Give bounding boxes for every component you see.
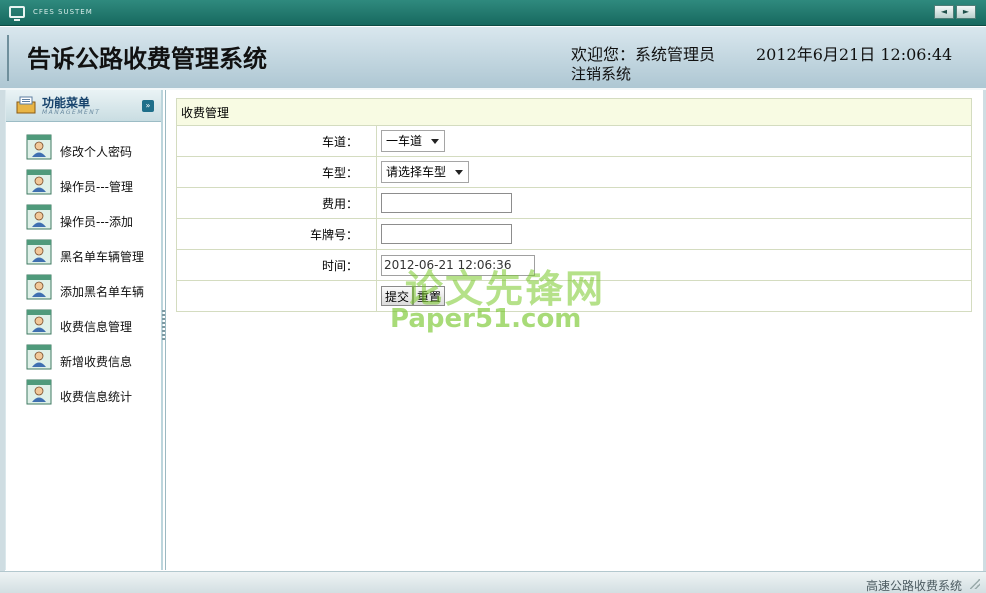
user-card-icon (26, 379, 52, 405)
sidebar-item-operator-add[interactable]: 操作员---添加 (6, 202, 161, 237)
form-row-plate: 车牌号： (176, 218, 972, 250)
sidebar-item-label: 添加黑名单车辆 (60, 285, 145, 299)
sidebar-item-blacklist-add[interactable]: 添加黑名单车辆 (6, 272, 161, 307)
user-card-icon (26, 274, 52, 300)
sidebar-item-label: 操作员---添加 (60, 215, 133, 229)
user-card-icon (26, 239, 52, 265)
welcome-text: 欢迎您：系统管理员 (571, 45, 716, 64)
plate-input[interactable] (381, 224, 512, 244)
dropdown-arrow-icon (455, 170, 464, 175)
user-card-icon (26, 344, 52, 370)
sidebar-menu: 修改个人密码 操作员---管理 操作员---添加 黑名单车辆管理 添加黑名单车辆… (6, 122, 161, 412)
user-card-icon (26, 309, 52, 335)
app-header: 告诉公路收费管理系统 欢迎您：系统管理员 2012年6月21日 12:06:44… (0, 27, 986, 90)
sidebar-item-fee-stats[interactable]: 收费信息统计 (6, 377, 161, 412)
prev-arrow-button[interactable]: ◄ (934, 5, 954, 19)
fee-input[interactable] (381, 193, 512, 213)
sidebar-item-fee-manage[interactable]: 收费信息管理 (6, 307, 161, 342)
resize-grip-icon[interactable] (970, 579, 980, 589)
form-row-lane: 车道： 一车道 (176, 125, 972, 157)
header-accent-bar (7, 35, 9, 81)
lane-label: 车道： (176, 125, 377, 157)
form-row-vehicle-type: 车型： 请选择车型 (176, 156, 972, 188)
current-datetime: 2012年6月21日 12:06:44 (756, 45, 953, 64)
sidebar: 功能菜单 MANAGEMENT » 修改个人密码 操作员---管理 操作员---… (5, 90, 163, 570)
plate-label: 车牌号： (176, 218, 377, 250)
user-card-icon (26, 134, 52, 160)
logout-link[interactable]: 注销系统 (571, 63, 631, 84)
user-card-icon (26, 169, 52, 195)
status-text: 高速公路收费系统 (865, 579, 962, 593)
main-divider (165, 90, 166, 570)
watermark-url: Paper51.com (390, 304, 582, 334)
chevron-double-down-icon[interactable]: » (142, 100, 154, 112)
form-caption: 收费管理 (176, 98, 972, 126)
sidebar-item-label: 操作员---管理 (60, 180, 133, 194)
vehicle-type-select[interactable]: 请选择车型 (381, 161, 470, 183)
system-label: CFES SUSTEM (33, 8, 93, 16)
fee-label: 费用： (176, 187, 377, 219)
sidebar-item-fee-add[interactable]: 新增收费信息 (6, 342, 161, 377)
sidebar-item-label: 收费信息统计 (60, 390, 133, 404)
menu-box-icon (16, 96, 36, 114)
monitor-icon (9, 6, 25, 21)
sidebar-item-label: 新增收费信息 (60, 355, 133, 369)
sidebar-item-change-password[interactable]: 修改个人密码 (6, 132, 161, 167)
vehicle-type-label: 车型： (176, 156, 377, 188)
sidebar-item-operator-manage[interactable]: 操作员---管理 (6, 167, 161, 202)
lane-select[interactable]: 一车道 (381, 130, 446, 152)
sidebar-header: 功能菜单 MANAGEMENT » (6, 90, 161, 122)
dropdown-arrow-icon (431, 139, 440, 144)
status-bar: 高速公路收费系统 (0, 571, 986, 593)
lane-select-value: 一车道 (386, 134, 423, 148)
form-row-fee: 费用： (176, 187, 972, 219)
page-title: 告诉公路收费管理系统 (27, 44, 267, 73)
next-arrow-button[interactable]: ► (956, 5, 976, 19)
vehicle-type-select-value: 请选择车型 (386, 165, 447, 179)
sidebar-subtitle: MANAGEMENT (42, 109, 101, 116)
window-nav-buttons: ◄ ► (934, 5, 976, 19)
sidebar-item-blacklist-manage[interactable]: 黑名单车辆管理 (6, 237, 161, 272)
window-titlebar: CFES SUSTEM ◄ ► (0, 0, 986, 26)
user-card-icon (26, 204, 52, 230)
sidebar-item-label: 修改个人密码 (60, 145, 133, 159)
sidebar-item-label: 收费信息管理 (60, 320, 133, 334)
time-label: 时间： (176, 249, 377, 281)
sidebar-item-label: 黑名单车辆管理 (60, 250, 145, 264)
